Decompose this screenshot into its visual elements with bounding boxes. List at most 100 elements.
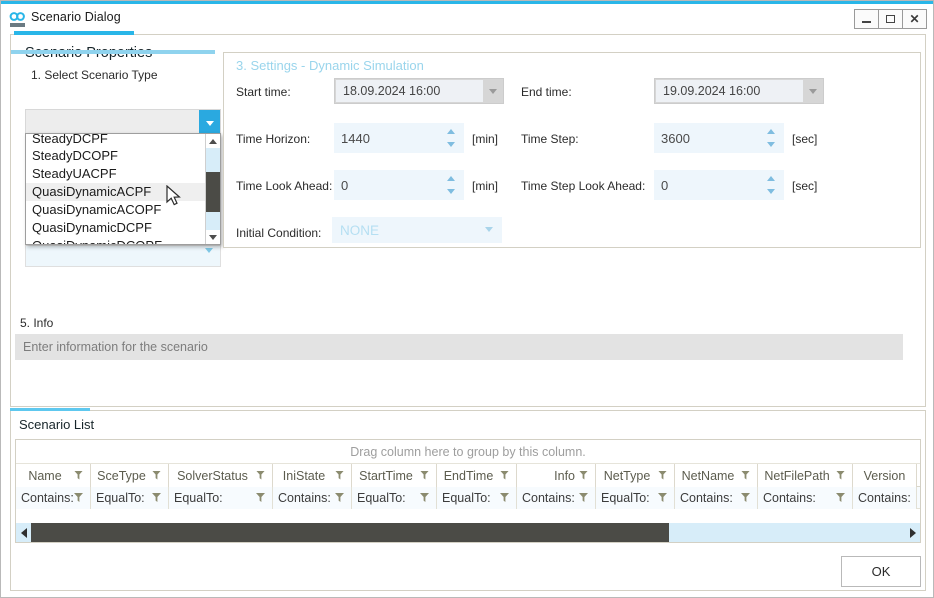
- time-step-look-ahead-unit: [sec]: [792, 179, 818, 193]
- dropdown-option[interactable]: QuasiDynamicDCOPF: [26, 237, 206, 244]
- time-step-increment-button[interactable]: [766, 127, 776, 136]
- grid-scroll-right-button[interactable]: [905, 523, 920, 542]
- grid-column-header[interactable]: SolverStatus: [169, 464, 273, 487]
- column-filter-icon[interactable]: [74, 469, 83, 483]
- filter-operator-icon[interactable]: [420, 491, 429, 505]
- grid-filter-cell[interactable]: Contains:: [16, 487, 91, 509]
- time-look-ahead-decrement-button[interactable]: [446, 187, 456, 196]
- time-look-ahead-increment-button[interactable]: [446, 174, 456, 183]
- column-filter-icon[interactable]: [741, 469, 750, 483]
- time-step-look-ahead-value[interactable]: 0: [661, 170, 764, 200]
- filter-operator-icon[interactable]: [152, 491, 161, 505]
- filter-operator-icon[interactable]: [74, 491, 83, 505]
- ok-button[interactable]: OK: [841, 556, 921, 587]
- column-filter-icon[interactable]: [500, 469, 509, 483]
- dropdown-option[interactable]: SteadyUACPF: [26, 165, 206, 183]
- filter-operator-icon[interactable]: [741, 491, 750, 505]
- grid-filter-cell[interactable]: Contains:: [273, 487, 352, 509]
- scenario-grid: Drag column here to group by this column…: [15, 439, 921, 543]
- filter-operator-icon[interactable]: [500, 491, 509, 505]
- time-step-value[interactable]: 3600: [661, 123, 764, 153]
- grid-filter-cell[interactable]: Contains:: [675, 487, 758, 509]
- time-look-ahead-value[interactable]: 0: [341, 170, 444, 200]
- initial-condition-combobox[interactable]: NONE: [332, 217, 502, 243]
- end-time-value[interactable]: 19.09.2024 16:00: [656, 80, 803, 102]
- column-filter-icon[interactable]: [152, 469, 161, 483]
- column-filter-icon[interactable]: [658, 469, 667, 483]
- time-horizon-spinner[interactable]: 1440: [334, 123, 464, 153]
- grid-filter-cell[interactable]: Contains:: [853, 487, 917, 509]
- filter-operator-icon[interactable]: [335, 491, 344, 505]
- time-horizon-decrement-button[interactable]: [446, 140, 456, 149]
- column-filter-icon[interactable]: [256, 469, 265, 483]
- time-look-ahead-label: Time Look Ahead:: [236, 179, 333, 193]
- column-filter-icon[interactable]: [420, 469, 429, 483]
- grid-column-header[interactable]: Info: [517, 464, 596, 487]
- grid-column-header[interactable]: IniState: [273, 464, 352, 487]
- chevron-down-icon[interactable]: [809, 89, 817, 94]
- scroll-right-arrow-icon: [909, 527, 916, 538]
- grid-column-header[interactable]: NetFilePath: [758, 464, 853, 487]
- time-step-spinner[interactable]: 3600: [654, 123, 784, 153]
- group-by-drop-area[interactable]: Drag column here to group by this column…: [16, 440, 920, 464]
- start-time-picker[interactable]: 18.09.2024 16:00: [334, 78, 504, 104]
- column-filter-icon[interactable]: [836, 469, 845, 483]
- grid-scroll-left-button[interactable]: [16, 523, 31, 542]
- filter-operator-icon[interactable]: [836, 491, 845, 505]
- grid-column-header[interactable]: EndTime: [437, 464, 517, 487]
- minimize-button[interactable]: [854, 9, 879, 29]
- grid-filter-cell[interactable]: Contains:: [758, 487, 853, 509]
- grid-scroll-thumb[interactable]: [31, 523, 670, 542]
- filter-operator-icon[interactable]: [658, 491, 667, 505]
- grid-filter-cell[interactable]: EqualTo:: [352, 487, 437, 509]
- grid-filter-cell[interactable]: EqualTo:: [169, 487, 273, 509]
- scenario-type-dropdown-list[interactable]: SteadyDCPF SteadyDCOPF SteadyUACPF QuasiDyn…: [25, 133, 221, 245]
- time-step-decrement-button[interactable]: [766, 140, 776, 149]
- step-1-label: 1. Select Scenario Type: [31, 68, 158, 82]
- time-horizon-increment-button[interactable]: [446, 127, 456, 136]
- time-step-look-ahead-decrement-button[interactable]: [766, 187, 776, 196]
- scenario-list-title: Scenario List: [19, 417, 95, 432]
- chevron-down-icon[interactable]: [485, 227, 493, 232]
- info-section-title: 5. Info: [20, 316, 54, 330]
- grid-scroll-track[interactable]: [31, 523, 905, 542]
- end-time-picker[interactable]: 19.09.2024 16:00: [654, 78, 824, 104]
- grid-column-header[interactable]: SceType: [91, 464, 169, 487]
- grid-column-header[interactable]: Name: [16, 464, 91, 487]
- time-step-look-ahead-spinner[interactable]: 0: [654, 170, 784, 200]
- column-filter-icon[interactable]: [335, 469, 344, 483]
- close-button[interactable]: ✕: [902, 9, 927, 29]
- start-time-value[interactable]: 18.09.2024 16:00: [336, 80, 483, 102]
- info-input[interactable]: Enter information for the scenario: [15, 334, 903, 360]
- dropdown-scroll-down-button[interactable]: [206, 230, 220, 244]
- time-horizon-value[interactable]: 1440: [341, 123, 444, 153]
- grid-column-header-label: NetFilePath: [764, 468, 830, 483]
- time-horizon-unit: [min]: [472, 132, 499, 146]
- grid-column-header[interactable]: NetType: [596, 464, 675, 487]
- maximize-button[interactable]: [878, 9, 903, 29]
- grid-horizontal-scrollbar[interactable]: [16, 523, 920, 542]
- column-filter-icon[interactable]: [579, 469, 588, 483]
- filter-operator-icon[interactable]: [256, 491, 265, 505]
- grid-filter-cell[interactable]: EqualTo:: [596, 487, 675, 509]
- dropdown-option[interactable]: SteadyDCPF: [26, 134, 206, 147]
- dropdown-scroll-thumb[interactable]: [206, 172, 220, 212]
- grid-column-header-label: NetType: [603, 468, 651, 483]
- time-step-look-ahead-increment-button[interactable]: [766, 174, 776, 183]
- grid-column-header[interactable]: StartTime: [352, 464, 437, 487]
- spinner-down-icon: [447, 142, 455, 147]
- chevron-down-icon[interactable]: [489, 89, 497, 94]
- time-look-ahead-unit: [min]: [472, 179, 499, 193]
- dropdown-option[interactable]: QuasiDynamicDCPF: [26, 219, 206, 237]
- dropdown-scroll-up-button[interactable]: [206, 134, 220, 148]
- grid-column-header[interactable]: Version: [853, 464, 917, 487]
- time-look-ahead-spinner[interactable]: 0: [334, 170, 464, 200]
- grid-filter-cell[interactable]: EqualTo:: [91, 487, 169, 509]
- grid-column-header[interactable]: NetName: [675, 464, 758, 487]
- grid-filter-cell[interactable]: Contains:: [517, 487, 596, 509]
- filter-operator-icon[interactable]: [579, 491, 588, 505]
- dropdown-scrollbar[interactable]: [205, 134, 220, 244]
- mouse-cursor: [166, 185, 181, 206]
- grid-filter-cell[interactable]: EqualTo:: [437, 487, 517, 509]
- dropdown-option[interactable]: SteadyDCOPF: [26, 147, 206, 165]
